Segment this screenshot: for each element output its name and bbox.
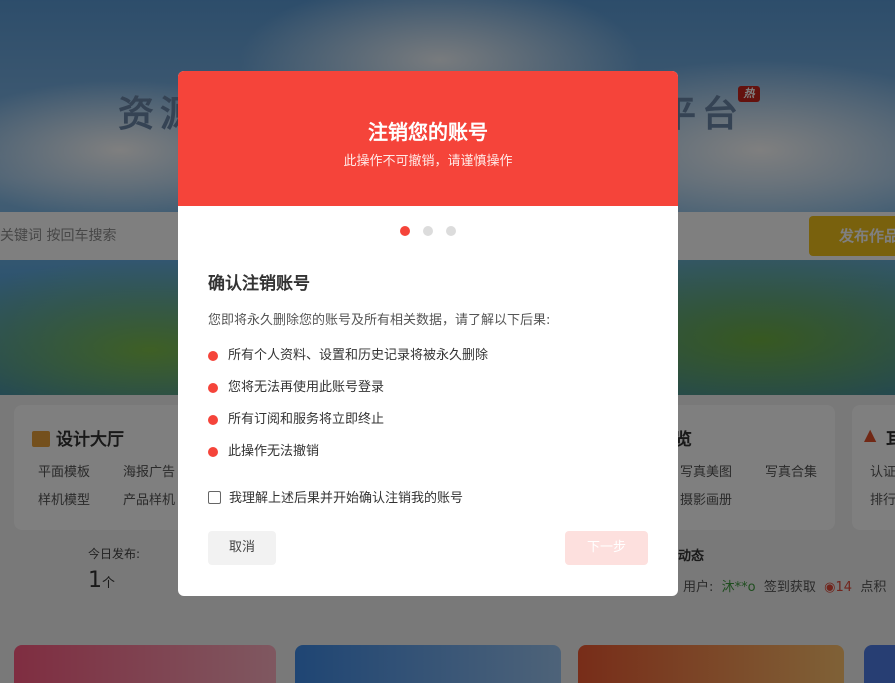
cancel-button[interactable]: 取消 [208,531,276,565]
bullet-icon [208,447,218,457]
consequence-text: 所有个人资料、设置和历史记录将被永久删除 [228,348,489,363]
bullet-icon [208,415,218,425]
confirm-label[interactable]: 我理解上述后果并开始确认注销我的账号 [229,491,463,506]
section-title: 确认注销账号 [208,274,310,294]
consequence-text: 所有订阅和服务将立即终止 [228,412,385,427]
next-step-button[interactable]: 下一步 [565,531,648,565]
modal-title: 注销您的账号 [368,120,488,144]
consequence-item: 此操作无法撤销 [208,442,648,474]
intro-text: 您即将永久删除您的账号及所有相关数据，请了解以下后果: [208,313,551,328]
bullet-icon [208,351,218,361]
modal-header: 注销您的账号 此操作不可撤销，请谨慎操作 [178,71,678,206]
step-dot-2 [423,226,433,236]
confirm-row[interactable]: 我理解上述后果并开始确认注销我的账号 [208,487,463,506]
consequence-text: 您将无法再使用此账号登录 [228,380,385,395]
confirm-checkbox[interactable] [208,491,221,504]
step-indicator [178,221,678,240]
modal-subtitle: 此操作不可撤销，请谨慎操作 [343,154,513,169]
consequence-item: 您将无法再使用此账号登录 [208,378,648,410]
consequence-text: 此操作无法撤销 [228,444,320,459]
bullet-icon [208,383,218,393]
delete-account-modal: 注销您的账号 此操作不可撤销，请谨慎操作 确认注销账号 您即将永久删除您的账号及… [178,71,678,596]
step-dot-1 [399,226,410,236]
consequence-item: 所有订阅和服务将立即终止 [208,410,648,442]
step-dot-3 [446,226,457,236]
consequence-list: 所有个人资料、设置和历史记录将被永久删除 您将无法再使用此账号登录 所有订阅和服… [208,346,648,474]
consequence-item: 所有个人资料、设置和历史记录将被永久删除 [208,346,648,378]
